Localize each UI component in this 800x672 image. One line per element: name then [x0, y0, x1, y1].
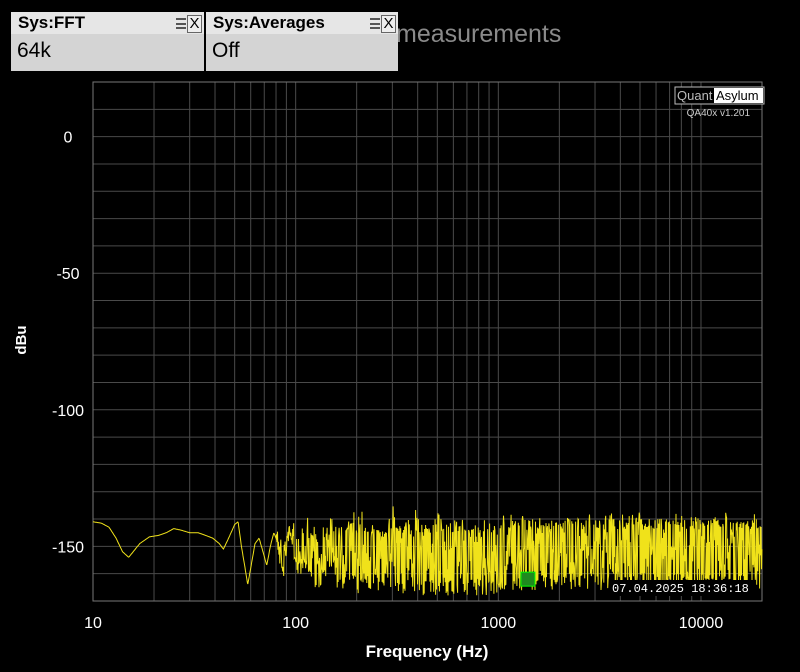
svg-text:Asylum: Asylum	[716, 88, 759, 103]
quantasylum-logo: Quant Asylum QA40x v1.201	[674, 86, 765, 119]
marker-square	[520, 571, 536, 587]
y-tick-label: 0	[64, 130, 73, 147]
svg-text:QA40x v1.201: QA40x v1.201	[687, 108, 751, 119]
widget-title: Sys:Averages X	[206, 12, 398, 34]
x-tick-labels: 10 100 1000 10000	[84, 615, 723, 632]
widget-title: Sys:FFT X	[11, 12, 204, 34]
x-tick-label: 10	[84, 615, 102, 632]
background-title: measurements	[396, 20, 562, 48]
timestamp-box: 07.04.2025 18:36:18	[609, 580, 755, 596]
svg-text:Quant: Quant	[677, 88, 713, 103]
menu-icon[interactable]	[370, 18, 380, 29]
close-icon[interactable]: X	[381, 14, 396, 33]
svg-text:07.04.2025 18:36:18: 07.04.2025 18:36:18	[612, 582, 749, 596]
x-tick-label: 10000	[679, 615, 724, 632]
y-tick-label: -50	[56, 266, 79, 283]
y-tick-labels: 0 -50 -100 -150	[52, 130, 84, 557]
x-axis-label: Frequency (Hz)	[366, 642, 489, 661]
y-tick-label: -100	[52, 403, 84, 420]
close-icon[interactable]: X	[187, 14, 202, 33]
x-tick-label: 100	[282, 615, 309, 632]
y-axis-label: dBu	[13, 325, 30, 354]
cursor-marker[interactable]	[520, 571, 536, 587]
fft-widget[interactable]: Sys:FFT X 64k	[11, 12, 204, 71]
y-tick-label: -150	[52, 539, 84, 556]
averages-widget[interactable]: Sys:Averages X Off	[206, 12, 398, 71]
widget-value[interactable]: Off	[206, 34, 398, 71]
menu-icon[interactable]	[176, 18, 186, 29]
x-tick-label: 1000	[481, 615, 517, 632]
widget-value[interactable]: 64k	[11, 34, 204, 71]
spectrum-chart[interactable]: 0 -50 -100 -150 10 100 1000 10000 Frequency (H…	[0, 0, 800, 672]
